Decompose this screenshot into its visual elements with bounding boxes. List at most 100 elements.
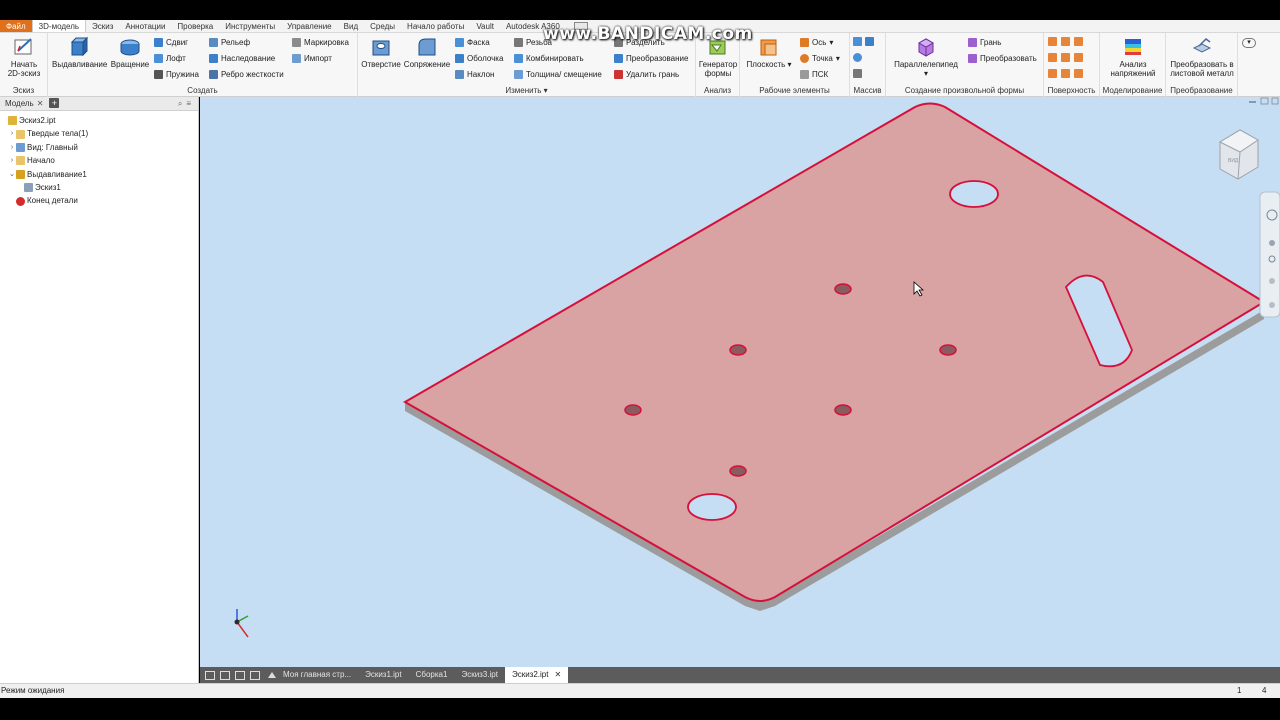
- model-canvas[interactable]: ВИД: [200, 97, 1280, 667]
- box-button[interactable]: Параллелепипед ▾: [891, 36, 961, 78]
- import-button[interactable]: Импорт: [292, 53, 332, 64]
- sketch-pattern-button[interactable]: [853, 69, 862, 78]
- fillet-button[interactable]: Сопряжение: [403, 36, 451, 69]
- ucs-button[interactable]: ПСК: [800, 69, 828, 80]
- expand-toggle-icon[interactable]: ›: [8, 141, 16, 154]
- orbit-icon[interactable]: [1269, 278, 1275, 284]
- tab-file[interactable]: Файл: [0, 20, 32, 32]
- close-icon[interactable]: ✕: [37, 97, 44, 111]
- repair-icon[interactable]: [1048, 69, 1057, 78]
- small-hole[interactable]: [834, 283, 852, 295]
- extrude-button[interactable]: Выдавливание: [52, 36, 107, 69]
- close-tab-icon[interactable]: ✕: [554, 670, 561, 679]
- face-button[interactable]: Грань: [968, 37, 1001, 48]
- large-hole-bottom[interactable]: [687, 493, 737, 521]
- add-tab-icon[interactable]: +: [49, 98, 60, 108]
- combine-button[interactable]: Комбинировать: [514, 53, 584, 64]
- shell-button[interactable]: Оболочка: [455, 53, 503, 64]
- emboss-button[interactable]: Рельеф: [209, 37, 250, 48]
- coil-button[interactable]: Пружина: [154, 69, 199, 80]
- face-label: Грань: [980, 38, 1002, 47]
- menu-icon[interactable]: ≡: [186, 99, 195, 108]
- expand-toggle-icon[interactable]: ⌄: [8, 168, 16, 181]
- tree-node[interactable]: › Начало: [0, 154, 198, 167]
- document-tab[interactable]: Моя главная стр...: [276, 667, 358, 683]
- tree-node[interactable]: › Вид: Главный: [0, 141, 198, 154]
- plate-top-face[interactable]: [402, 102, 1266, 602]
- tab-view[interactable]: Вид: [338, 20, 364, 32]
- tab-vault[interactable]: Vault: [470, 20, 500, 32]
- start-sketch-button[interactable]: Начать 2D-эскиз: [4, 36, 44, 78]
- sweep-button[interactable]: Сдвиг: [154, 37, 188, 48]
- vertical-tile-icon[interactable]: [250, 670, 260, 680]
- pan-icon[interactable]: [1269, 240, 1275, 246]
- direct-edit-button[interactable]: Преобразование: [614, 53, 688, 64]
- expand-toggle-icon[interactable]: ›: [8, 127, 16, 140]
- loft-button[interactable]: Лофт: [154, 53, 186, 64]
- tab-manage[interactable]: Управление: [281, 20, 337, 32]
- tree-node[interactable]: Конец детали: [0, 194, 198, 207]
- view-cube[interactable]: ВИД: [1218, 129, 1259, 180]
- tree-node[interactable]: › Твердые тела(1): [0, 127, 198, 140]
- rib-button[interactable]: Ребро жесткости: [209, 69, 284, 80]
- browser-tab-model[interactable]: Модель: [2, 97, 37, 111]
- document-tab[interactable]: Эскиз2.ipt ✕: [504, 667, 569, 683]
- document-tab[interactable]: Эскиз1.ipt: [358, 667, 409, 683]
- convert-sheet-metal-button[interactable]: Преобразовать в листовой металл: [1168, 36, 1236, 78]
- sculpt-icon[interactable]: [1061, 37, 1070, 46]
- tab-get-started[interactable]: Начало работы: [401, 20, 470, 32]
- small-hole[interactable]: [729, 465, 747, 477]
- ribbon-options-icon[interactable]: ▾: [1242, 38, 1256, 48]
- rect-pattern-button[interactable]: [853, 37, 874, 46]
- replace-face-icon[interactable]: [1074, 53, 1083, 62]
- axis-button[interactable]: Ось ▾: [800, 37, 833, 48]
- patch-icon[interactable]: [1074, 37, 1083, 46]
- ruled-surface-icon[interactable]: [1074, 69, 1083, 78]
- small-hole[interactable]: [939, 344, 957, 356]
- tab-sketch[interactable]: Эскиз: [86, 20, 119, 32]
- tab-inspect[interactable]: Проверка: [171, 20, 219, 32]
- hole-button[interactable]: Отверстие: [361, 36, 401, 69]
- tree-node[interactable]: Эскиз1: [0, 181, 198, 194]
- tree-node[interactable]: Эскиз2.ipt: [0, 114, 198, 127]
- tab-annotate[interactable]: Аннотации: [119, 20, 171, 32]
- trim-icon[interactable]: [1048, 53, 1057, 62]
- large-hole-top[interactable]: [949, 180, 999, 208]
- fit-mesh-icon[interactable]: [1061, 69, 1070, 78]
- tab-tools[interactable]: Инструменты: [219, 20, 281, 32]
- derive-button[interactable]: Наследование: [209, 53, 275, 64]
- document-tab[interactable]: Сборка1: [409, 667, 455, 683]
- axis-icon: [800, 38, 809, 47]
- tree-node[interactable]: ⌄ Выдавливание1: [0, 168, 198, 181]
- group-modify-title[interactable]: Изменить ▾: [358, 86, 695, 95]
- stitch-icon[interactable]: [1048, 37, 1057, 46]
- mirror-icon[interactable]: [865, 37, 874, 46]
- small-hole[interactable]: [729, 344, 747, 356]
- draft-button[interactable]: Наклон: [455, 69, 494, 80]
- document-list-icon[interactable]: [268, 672, 276, 678]
- restore-icon[interactable]: [1260, 97, 1269, 105]
- document-tab[interactable]: Эскиз3.ipt: [454, 667, 505, 683]
- look-at-icon[interactable]: [1269, 302, 1275, 308]
- cascade-windows-icon[interactable]: [205, 670, 215, 680]
- tab-environments[interactable]: Среды: [364, 20, 401, 32]
- tile-windows-icon[interactable]: [220, 670, 230, 680]
- point-button[interactable]: Точка ▾: [800, 53, 840, 64]
- convert-button[interactable]: Преобразовать: [968, 53, 1037, 64]
- stress-analysis-button[interactable]: Анализ напряжений: [1103, 36, 1163, 78]
- circ-pattern-button[interactable]: [853, 53, 862, 62]
- horizontal-tile-icon[interactable]: [235, 670, 245, 680]
- decal-button[interactable]: Маркировка: [292, 37, 349, 48]
- minimize-icon[interactable]: [1249, 101, 1256, 103]
- tab-3d-model[interactable]: 3D-модель: [31, 20, 87, 32]
- small-hole[interactable]: [624, 404, 642, 416]
- extend-icon[interactable]: [1061, 53, 1070, 62]
- graphics-viewport[interactable]: ВИД: [200, 97, 1280, 667]
- chamfer-button[interactable]: Фаска: [455, 37, 490, 48]
- small-hole[interactable]: [834, 404, 852, 416]
- revolve-button[interactable]: Вращение: [108, 36, 152, 69]
- expand-toggle-icon[interactable]: ›: [8, 154, 16, 167]
- maximize-icon[interactable]: [1271, 97, 1279, 105]
- delete-face-button[interactable]: Удалить грань: [614, 69, 679, 80]
- thicken-button[interactable]: Толщина/ смещение: [514, 69, 602, 80]
